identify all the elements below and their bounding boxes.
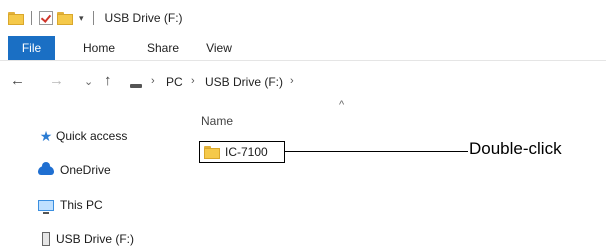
- sidebar-item-label: OneDrive: [60, 163, 111, 177]
- list-item[interactable]: IC-7100: [199, 141, 285, 163]
- star-icon: ★: [39, 127, 53, 144]
- breadcrumb-pc[interactable]: PC: [166, 75, 183, 89]
- sidebar-item-quick-access[interactable]: ★ Quick access: [38, 126, 128, 146]
- file-name: IC-7100: [225, 145, 268, 159]
- computer-icon: [38, 199, 54, 214]
- cloud-icon: [38, 161, 54, 175]
- window-title: USB Drive (F:): [104, 11, 183, 25]
- quick-access-toolbar: ▾ USB Drive (F:): [8, 9, 183, 27]
- title-bar: ▾ USB Drive (F:): [0, 0, 606, 36]
- breadcrumb-separator: ›: [191, 75, 195, 87]
- tab-home[interactable]: Home: [73, 36, 125, 60]
- folder-icon: [204, 146, 220, 159]
- sidebar-item-label: USB Drive (F:): [56, 232, 134, 246]
- tab-view[interactable]: View: [196, 36, 242, 60]
- up-arrow-icon[interactable]: ↑: [104, 72, 112, 89]
- forward-arrow-icon[interactable]: →: [49, 72, 64, 89]
- folder-icon: [8, 11, 24, 25]
- sidebar-item-onedrive[interactable]: OneDrive: [38, 160, 111, 180]
- drive-icon: [130, 84, 142, 88]
- recent-locations-chevron-icon[interactable]: ⌄: [84, 75, 93, 88]
- sidebar-item-this-pc[interactable]: This PC: [38, 195, 103, 215]
- sort-ascending-icon: ^: [339, 99, 345, 111]
- address-bar: ← → ⌄ ↑ › PC › USB Drive (F:) ›: [0, 64, 606, 98]
- new-folder-icon[interactable]: [57, 11, 73, 25]
- callout-label: Double-click: [469, 139, 562, 158]
- back-arrow-icon[interactable]: ←: [10, 72, 25, 89]
- breadcrumb-usb-drive[interactable]: USB Drive (F:): [205, 75, 283, 89]
- sidebar-item-label: Quick access: [56, 129, 128, 143]
- toolbar-divider: [31, 11, 32, 25]
- tab-share[interactable]: Share: [137, 36, 189, 60]
- callout-line: [285, 151, 468, 152]
- sidebar-item-label: This PC: [60, 198, 103, 212]
- column-header-name[interactable]: Name: [201, 114, 233, 128]
- tab-file[interactable]: File: [8, 36, 55, 60]
- customize-toolbar-dropdown-icon[interactable]: ▾: [77, 13, 86, 23]
- breadcrumb-separator: ›: [151, 75, 155, 87]
- breadcrumb-expand-chevron[interactable]: ›: [290, 75, 294, 87]
- ribbon-tabs: File Home Share View: [0, 36, 606, 61]
- usb-drive-icon: [42, 232, 50, 246]
- properties-check-icon[interactable]: [39, 11, 53, 25]
- title-divider: [92, 11, 94, 25]
- sidebar-item-usb-drive[interactable]: USB Drive (F:): [38, 229, 134, 249]
